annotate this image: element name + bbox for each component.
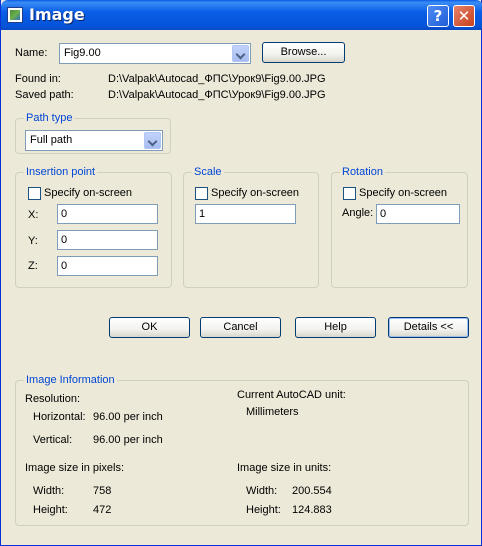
u-height-label: Height:: [246, 504, 281, 516]
title-bar[interactable]: Image ? ✕: [1, 0, 482, 30]
resolution-label: Resolution:: [25, 393, 81, 405]
saved-path-label: Saved path:: [15, 89, 74, 101]
angle-value: 0: [380, 208, 387, 220]
x-input[interactable]: 0: [57, 204, 158, 224]
rotation-specify-checkbox[interactable]: [343, 187, 356, 200]
u-width-label: Width:: [246, 485, 278, 497]
details-button[interactable]: Details <<: [388, 317, 469, 338]
path-type-value: Full path: [30, 134, 73, 146]
u-width-value: 200.554: [292, 485, 332, 497]
scale-value: 1: [199, 208, 206, 220]
px-width-label: Width:: [33, 485, 65, 497]
found-in-label: Found in:: [15, 73, 61, 85]
help-title-button[interactable]: ?: [427, 5, 449, 27]
y-value: 0: [61, 234, 68, 246]
name-dropdown[interactable]: Fig9.00: [59, 43, 251, 64]
z-label: Z:: [28, 260, 38, 272]
chevron-down-icon[interactable]: [232, 45, 249, 62]
angle-label: Angle:: [342, 207, 374, 219]
scale-specify-label: Specify on-screen: [211, 187, 300, 199]
insertion-specify-label: Specify on-screen: [44, 187, 133, 199]
horizontal-label: Horizontal:: [33, 411, 86, 423]
vertical-value: 96.00 per inch: [93, 434, 163, 446]
name-value: Fig9.00: [64, 47, 101, 59]
scale-title: Scale: [192, 166, 224, 178]
rotation-title: Rotation: [340, 166, 385, 178]
image-dialog: Image ? ✕ Name: Fig9.00 Browse... Found …: [0, 0, 482, 546]
x-label: X:: [28, 209, 39, 221]
saved-path-value: D:\Valpak\Autocad_ФПС\Урок9\Fig9.00.JPG: [108, 89, 326, 101]
window-title: Image: [29, 5, 85, 24]
px-height-label: Height:: [33, 504, 68, 516]
px-height-value: 472: [93, 504, 112, 516]
current-unit-value: Millimeters: [246, 406, 299, 418]
autocad-image-icon: [7, 7, 23, 23]
help-button[interactable]: Help: [295, 317, 376, 338]
name-label: Name:: [15, 47, 48, 59]
u-height-value: 124.883: [292, 504, 332, 516]
y-label: Y:: [28, 235, 38, 247]
scale-input[interactable]: 1: [195, 204, 296, 224]
image-information-title: Image Information: [24, 374, 117, 386]
image-information-group: Image Information: [15, 374, 469, 526]
horizontal-value: 96.00 per inch: [93, 411, 163, 423]
z-input[interactable]: 0: [57, 256, 158, 276]
close-button[interactable]: ✕: [453, 5, 475, 27]
path-type-dropdown[interactable]: Full path: [25, 130, 163, 151]
units-size-label: Image size in units:: [237, 462, 332, 474]
rotation-specify-label: Specify on-screen: [359, 187, 448, 199]
px-width-value: 758: [93, 485, 112, 497]
cancel-button[interactable]: Cancel: [200, 317, 281, 338]
browse-button[interactable]: Browse...: [262, 42, 345, 63]
path-type-title: Path type: [24, 112, 75, 124]
pixels-size-label: Image size in pixels:: [25, 462, 125, 474]
z-value: 0: [61, 260, 68, 272]
ok-button[interactable]: OK: [109, 317, 190, 338]
chevron-down-icon[interactable]: [144, 132, 161, 149]
y-input[interactable]: 0: [57, 230, 158, 250]
insertion-specify-checkbox[interactable]: [28, 187, 41, 200]
vertical-label: Vertical:: [33, 434, 73, 446]
found-in-value: D:\Valpak\Autocad_ФПС\Урок9\Fig9.00.JPG: [108, 73, 326, 85]
x-value: 0: [61, 208, 68, 220]
insertion-point-title: Insertion point: [24, 166, 98, 178]
scale-specify-checkbox[interactable]: [195, 187, 208, 200]
angle-input[interactable]: 0: [376, 204, 460, 224]
current-unit-label: Current AutoCAD unit:: [237, 389, 346, 401]
